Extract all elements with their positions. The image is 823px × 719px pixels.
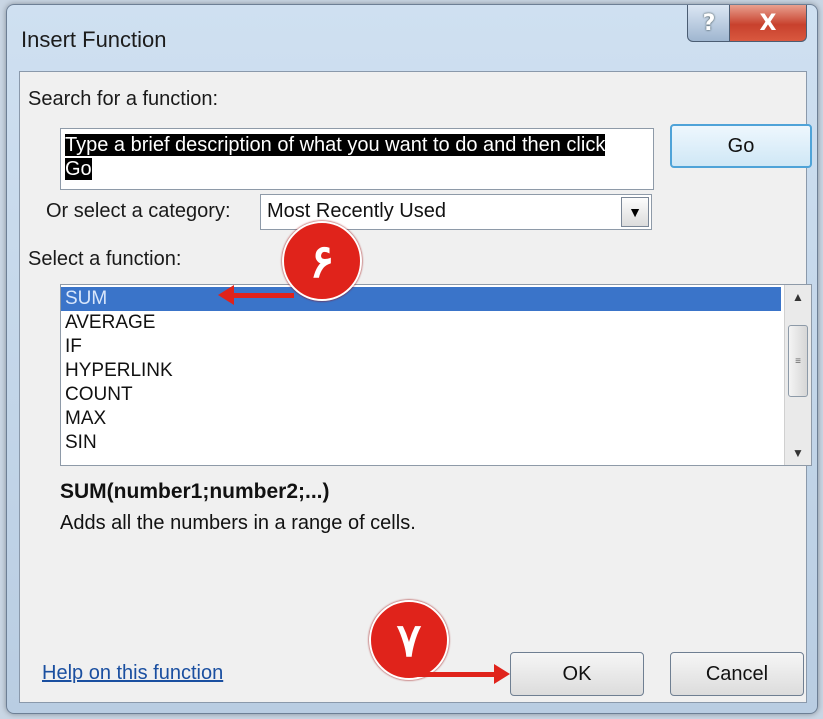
function-description: Adds all the numbers in a range of cells…: [60, 512, 416, 534]
step-7-arrow-icon: [404, 664, 510, 684]
scroll-up-icon[interactable]: ▲: [785, 285, 811, 309]
step-marker-6: ۶: [282, 221, 362, 301]
dialog-title: Insert Function: [21, 27, 167, 52]
search-input-text: Type a brief description of what you wan…: [65, 134, 606, 180]
dropdown-arrow-icon[interactable]: ▼: [621, 197, 649, 227]
help-on-function-link[interactable]: Help on this function: [42, 662, 223, 685]
category-selected-value: Most Recently Used: [267, 200, 446, 222]
step-marker-7: ۷: [369, 600, 449, 680]
function-item-count[interactable]: COUNT: [65, 383, 133, 407]
close-button[interactable]: X: [729, 5, 807, 42]
function-item-sum[interactable]: SUM: [61, 287, 781, 311]
function-syntax: SUM(number1;number2;...): [60, 480, 330, 503]
title-bar[interactable]: Insert Function ? X: [7, 5, 817, 71]
ok-button[interactable]: OK: [510, 652, 644, 696]
function-list[interactable]: SUM AVERAGE IF HYPERLINK COUNT MAX SIN ▲…: [60, 284, 812, 466]
category-label: Or select a category:: [46, 200, 231, 222]
step-6-arrow-icon: [218, 285, 294, 305]
function-item-max[interactable]: MAX: [65, 407, 106, 431]
scroll-down-icon[interactable]: ▼: [785, 441, 811, 465]
function-item-average[interactable]: AVERAGE: [65, 311, 155, 335]
function-list-scrollbar[interactable]: ▲ ≡ ▼: [784, 285, 811, 465]
search-input[interactable]: Type a brief description of what you wan…: [60, 128, 654, 190]
search-label: Search for a function:: [28, 88, 219, 110]
function-item-if[interactable]: IF: [65, 335, 82, 359]
function-item-sin[interactable]: SIN: [65, 431, 97, 455]
function-item-hyperlink[interactable]: HYPERLINK: [65, 359, 173, 383]
scrollbar-thumb[interactable]: ≡: [788, 325, 808, 397]
help-button[interactable]: ?: [687, 5, 731, 42]
function-list-label: Select a function:: [28, 248, 182, 270]
cancel-button[interactable]: Cancel: [670, 652, 804, 696]
go-button[interactable]: Go: [670, 124, 812, 168]
